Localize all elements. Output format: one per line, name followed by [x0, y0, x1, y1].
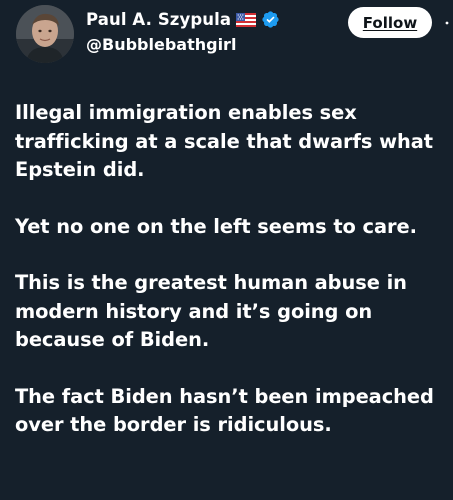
author-display-name[interactable]: Paul A. Szypula [86, 10, 231, 29]
more-options-icon[interactable] [444, 18, 450, 28]
tweet-paragraph: Yet no one on the left seems to care. [15, 214, 417, 238]
follow-button[interactable]: Follow [348, 7, 432, 38]
author-name-row: Paul A. Szypula [86, 10, 280, 29]
us-flag-icon [236, 12, 257, 27]
author-handle[interactable]: @Bubblebathgirl [86, 35, 236, 54]
verified-badge-icon [261, 10, 280, 29]
tweet-header: Paul A. Szypula @Bubblebathgirl Follow [0, 0, 453, 70]
tweet-paragraph: Illegal immigration enables sex traffick… [15, 101, 433, 181]
tweet-paragraph: This is the greatest human abuse in mode… [15, 271, 407, 351]
tweet-paragraph: The fact Biden hasn’t been impeached ove… [15, 384, 434, 437]
avatar[interactable] [16, 5, 74, 63]
tweet-text: Illegal immigration enables sex traffick… [15, 99, 447, 440]
